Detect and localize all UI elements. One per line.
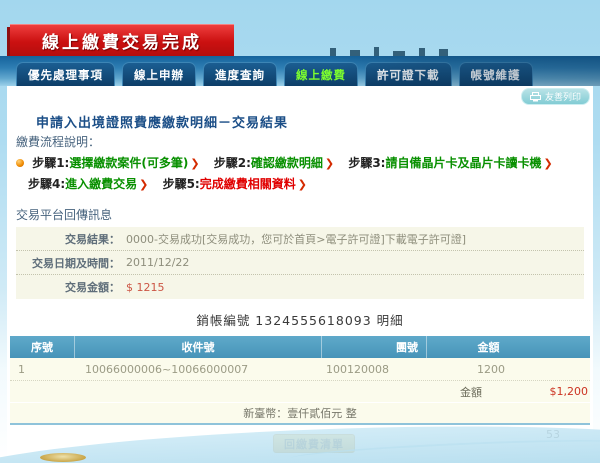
steps-line-2: 步驟4:進入繳費交易❯ 步驟5:完成繳費相關資料❯ xyxy=(16,174,584,195)
silhouette-fragment xyxy=(374,47,379,56)
cell-group-no: 100120008 xyxy=(322,363,427,376)
table-header-row: 序號 收件號 團號 金額 xyxy=(10,336,590,358)
total-value: $1,200 xyxy=(482,385,590,398)
step-text: 完成繳費相關資料 xyxy=(200,177,296,191)
header-receipt-no: 收件號 xyxy=(75,336,322,358)
page: 線上繳費交易完成 優先處理事項 線上申辦 進度查詢 線上繳費 許可證下載 帳號維… xyxy=(0,0,600,463)
step-label: 步驟1: xyxy=(32,156,69,170)
tab-progress-inquiry[interactable]: 進度查詢 xyxy=(203,62,277,86)
table-title: 銷帳編號 1324555618093 明細 xyxy=(10,310,590,329)
step-label: 步驟2: xyxy=(214,156,251,170)
table-total-row: 金額 $1,200 xyxy=(10,381,590,403)
header-group-no: 團號 xyxy=(322,336,427,358)
silhouette-fragment xyxy=(393,51,405,56)
silhouette-fragment xyxy=(439,49,448,56)
banner-title: 線上繳費交易完成 xyxy=(42,28,202,53)
header-seq: 序號 xyxy=(10,336,75,358)
print-button-label: 友善列印 xyxy=(545,90,581,103)
amount-row: 交易金額： $ 1215 xyxy=(16,275,584,299)
step-text: 進入繳費交易 xyxy=(65,177,137,191)
tab-account-maintenance[interactable]: 帳號維護 xyxy=(459,62,533,86)
step-arrow-icon: ❯ xyxy=(543,157,552,170)
total-label: 金額 xyxy=(460,384,482,400)
step-text: 選擇繳款案件(可多筆) xyxy=(69,156,188,170)
step-bullet-icon xyxy=(16,159,24,167)
page-title: 申請入出境證照費應繳款明細－交易結果 xyxy=(36,112,288,131)
partial-logo xyxy=(40,453,86,462)
friendly-print-button[interactable]: 友善列印 xyxy=(521,88,590,105)
step-arrow-icon: ❯ xyxy=(298,178,307,191)
amount-in-words-row: 新臺幣：壹仟貳佰元 整 xyxy=(10,403,590,425)
tab-priority-items[interactable]: 優先處理事項 xyxy=(16,62,115,86)
step-arrow-icon: ❯ xyxy=(190,157,199,170)
step-text: 請自備晶片卡及晶片卡讀卡機 xyxy=(385,156,541,170)
decorative-silhouettes xyxy=(330,47,530,56)
tab-online-payment[interactable]: 線上繳費 xyxy=(284,62,358,86)
result-label: 交易結果： xyxy=(16,231,120,247)
result-value: 0000-交易成功[交易成功，您可於首頁>電子許可證]下載電子許可證] xyxy=(126,231,466,247)
steps-line-1: 步驟1:選擇繳款案件(可多筆)❯ 步驟2:確認繳款明細❯ 步驟3:請自備晶片卡及… xyxy=(16,153,584,174)
silhouette-fragment xyxy=(350,50,360,56)
tab-permit-download[interactable]: 許可證下載 xyxy=(365,62,452,86)
amount-label: 交易金額： xyxy=(16,279,120,295)
cell-seq: 1 xyxy=(10,363,75,376)
step-label: 步驟5: xyxy=(163,177,200,191)
cell-receipt-no: 10066000006~10066000007 xyxy=(75,363,322,376)
header-amount: 金額 xyxy=(427,336,590,358)
table-row: 1 10066000006~10066000007 100120008 1200 xyxy=(10,358,590,381)
response-heading: 交易平台回傳訊息 xyxy=(16,206,112,223)
result-row: 交易結果： 0000-交易成功[交易成功，您可於首頁>電子許可證]下載電子許可證… xyxy=(16,227,584,251)
payment-steps: 步驟1:選擇繳款案件(可多筆)❯ 步驟2:確認繳款明細❯ 步驟3:請自備晶片卡及… xyxy=(16,153,584,195)
silhouette-fragment xyxy=(330,48,336,56)
step-label: 步驟3: xyxy=(348,156,385,170)
step-text: 確認繳款明細 xyxy=(251,156,323,170)
step-arrow-icon: ❯ xyxy=(325,157,334,170)
amount-value: $ 1215 xyxy=(126,281,165,294)
step-arrow-icon: ❯ xyxy=(139,178,148,191)
datetime-label: 交易日期及時間： xyxy=(16,255,120,271)
account-detail-table: 銷帳編號 1324555618093 明細 序號 收件號 團號 金額 1 100… xyxy=(10,310,590,425)
datetime-row: 交易日期及時間： 2011/12/22 xyxy=(16,251,584,275)
page-banner: 線上繳費交易完成 xyxy=(10,24,234,56)
process-heading: 繳費流程說明： xyxy=(16,133,100,150)
transaction-response-box: 交易結果： 0000-交易成功[交易成功，您可於首頁>電子許可證]下載電子許可證… xyxy=(16,227,584,299)
silhouette-fragment xyxy=(419,48,425,56)
cell-amount: 1200 xyxy=(427,363,590,376)
datetime-value: 2011/12/22 xyxy=(126,256,189,269)
tab-online-application[interactable]: 線上申辦 xyxy=(122,62,196,86)
main-navigation: 優先處理事項 線上申辦 進度查詢 線上繳費 許可證下載 帳號維護 xyxy=(0,56,600,86)
printer-icon xyxy=(530,92,541,102)
step-label: 步驟4: xyxy=(28,177,65,191)
